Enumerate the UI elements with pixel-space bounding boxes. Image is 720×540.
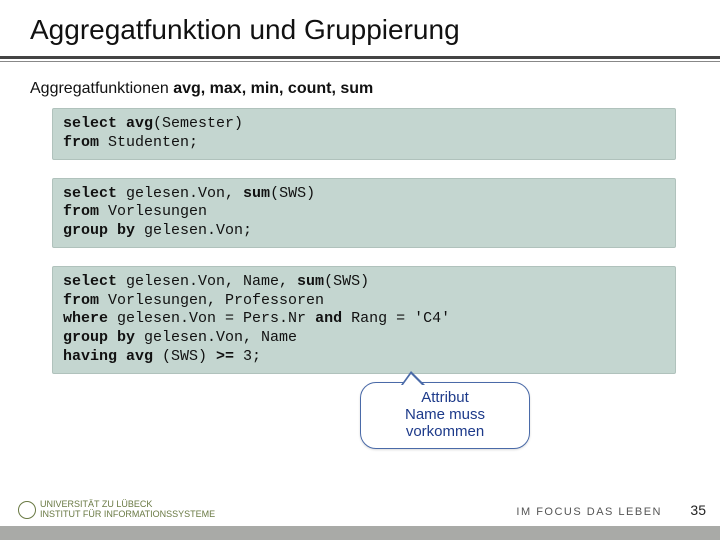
callout-text: AttributName mussvorkommen: [405, 389, 485, 441]
slogan: IM FOCUS DAS LEBEN: [516, 506, 662, 518]
footer: UNIVERSITÄT ZU LÜBECK INSTITUT FÜR INFOR…: [0, 508, 720, 540]
code-block-3: select gelesen.Von, Name, sum(SWS) from …: [52, 266, 676, 374]
subhead-bold: avg, max, min, count, sum: [173, 80, 373, 97]
slide: Aggregatfunktion und Gruppierung Aggrega…: [0, 0, 720, 540]
logo-line2: INSTITUT FÜR INFORMATIONSSYSTEME: [40, 509, 215, 519]
slide-title: Aggregatfunktion und Gruppierung: [0, 0, 720, 56]
rule-thick: [0, 56, 720, 59]
content-area: Aggregatfunktionen avg, max, min, count,…: [0, 62, 720, 446]
footer-bar: [0, 526, 720, 540]
university-logo: UNIVERSITÄT ZU LÜBECK INSTITUT FÜR INFOR…: [18, 500, 215, 520]
callout-wrap: AttributName mussvorkommen: [30, 386, 690, 446]
logo-line1: UNIVERSITÄT ZU LÜBECK: [40, 499, 152, 509]
code-block-1: select avg(Semester) from Studenten;: [52, 108, 676, 160]
logo-left-text: UNIVERSITÄT ZU LÜBECK INSTITUT FÜR INFOR…: [40, 500, 215, 520]
page-number: 35: [690, 502, 706, 518]
seal-icon: [18, 501, 36, 519]
callout-bubble: AttributName mussvorkommen: [360, 382, 530, 450]
code-block-2: select gelesen.Von, sum(SWS) from Vorles…: [52, 178, 676, 248]
subheading: Aggregatfunktionen avg, max, min, count,…: [30, 80, 690, 98]
subhead-prefix: Aggregatfunktionen: [30, 80, 173, 97]
